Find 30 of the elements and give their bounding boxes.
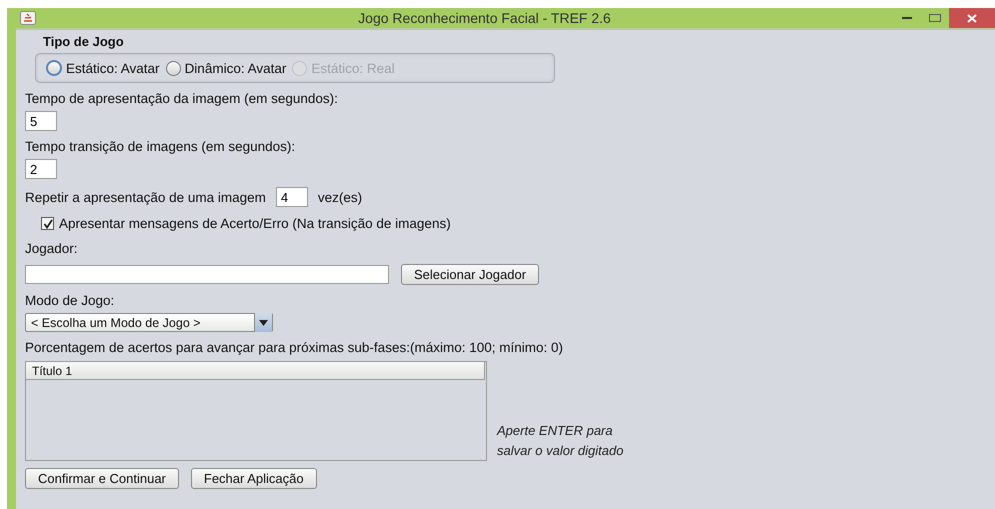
number-field[interactable]: 2 (25, 159, 57, 179)
close-button[interactable] (949, 8, 995, 28)
radio-option[interactable]: Estático: Avatar (46, 60, 160, 76)
radio-option[interactable]: Dinâmico: Avatar (166, 60, 286, 76)
check-icon (42, 218, 52, 228)
field-label: Tempo transição de imagens (em segundos): (25, 139, 296, 154)
select-player-button[interactable]: Selecionar Jogador (401, 264, 540, 285)
window-title: Jogo Reconhecimento Facial - TREF 2.6 (357, 10, 612, 26)
hint-text: Aperte ENTER para (497, 422, 614, 440)
action-button[interactable]: Confirmar e Continuar (25, 468, 179, 489)
minimize-icon (902, 17, 912, 19)
field-label: Repetir a apresentação de uma imagem (25, 190, 266, 204)
field-label: Tempo de apresentação da imagem (em segundos): (25, 91, 338, 106)
close-icon (967, 14, 977, 22)
mode-dropdown[interactable]: < Escolha um Modo de Jogo > (25, 313, 273, 332)
number-field[interactable]: 5 (25, 111, 57, 131)
maximize-icon (929, 14, 941, 22)
dropdown-caret-icon (259, 320, 268, 326)
action-button[interactable]: Fechar Aplicação (190, 468, 317, 489)
field-label: Porcentagem de acertos para avançar para próximas sub-fases:(máximo: 100; mínimo: 0) (25, 340, 563, 355)
group-label: Tipo de Jogo (43, 34, 125, 49)
hint-text: salvar o valor digitado (497, 442, 624, 460)
number-field[interactable]: 4 (276, 187, 308, 207)
column-header[interactable]: Título 1 (26, 362, 485, 380)
field-label: Modo de Jogo: (25, 293, 114, 308)
message-checkbox[interactable]: Apresentar mensagens de Acerto/Erro (Na transição de imagens) (41, 216, 451, 231)
field-label: Jogador: (25, 241, 78, 256)
app-icon (20, 11, 36, 25)
player-field[interactable] (25, 265, 389, 284)
field-label: vez(es) (318, 190, 362, 204)
